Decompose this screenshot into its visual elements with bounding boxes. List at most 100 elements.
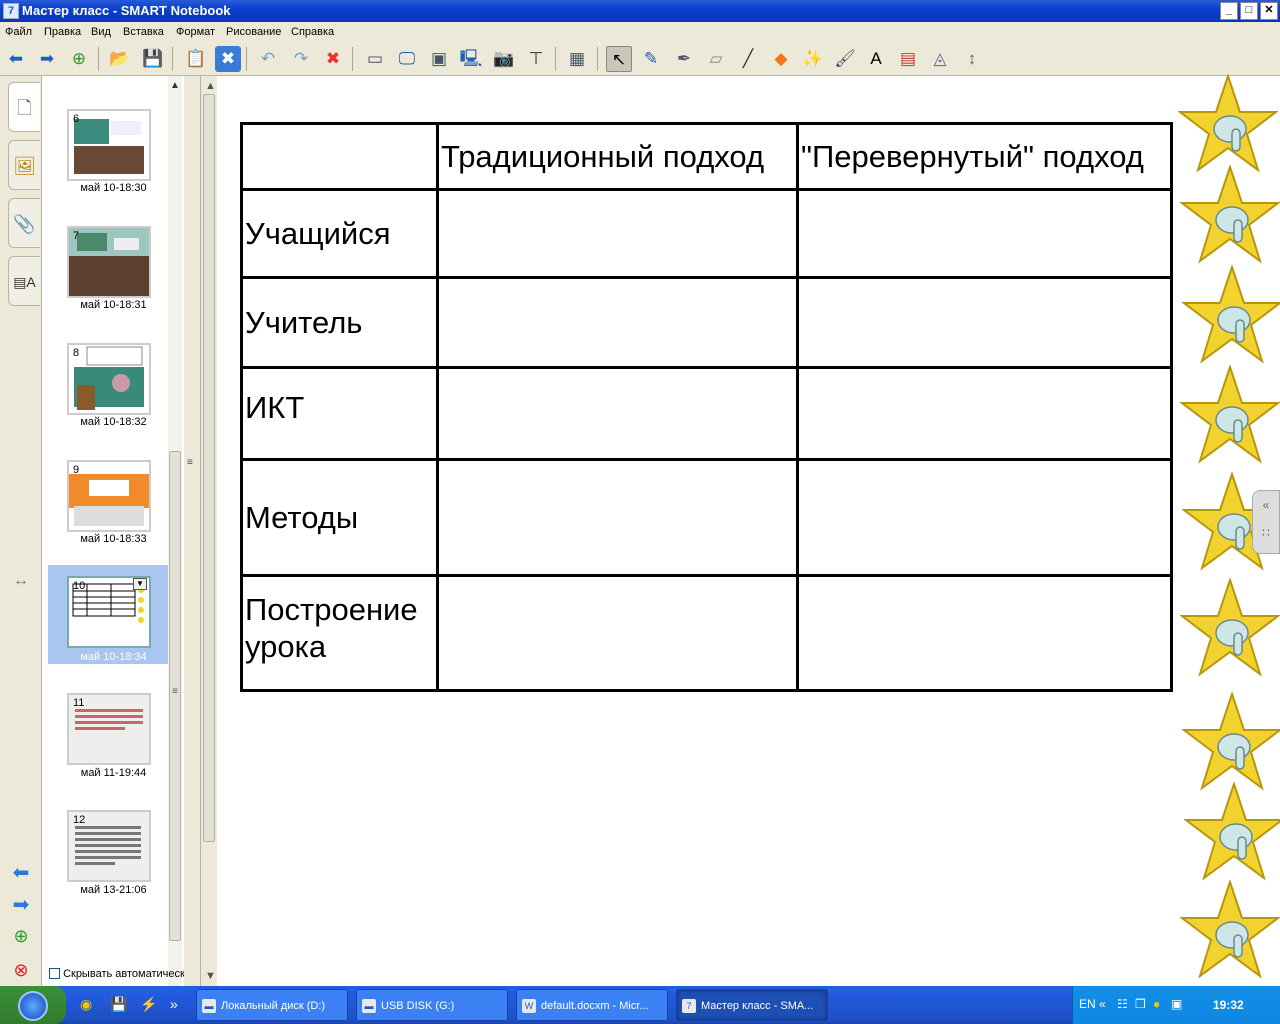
page-thumbnail[interactable]: 7: [67, 226, 151, 298]
task-word-document[interactable]: Wdefault.docxm - Micr...: [516, 989, 668, 1021]
insert-table-icon[interactable]: ⊤: [523, 46, 549, 72]
fill-icon[interactable]: 🖌: [832, 46, 858, 72]
scroll-up-icon[interactable]: ▲: [168, 80, 182, 91]
open-icon[interactable]: 📂: [107, 46, 133, 72]
row-label[interactable]: ИКТ: [240, 366, 439, 461]
menu-insert[interactable]: Вставка: [123, 26, 164, 38]
quicklaunch-more-icon[interactable]: »: [170, 996, 178, 1012]
screen-shade-icon[interactable]: ▭: [362, 46, 388, 72]
start-button[interactable]: [0, 986, 66, 1024]
language-indicator[interactable]: EN: [1079, 997, 1096, 1011]
resize-sidebar-icon[interactable]: ↔: [8, 572, 34, 590]
page-thumbnail-selected[interactable]: 10 ▼: [67, 576, 151, 648]
eraser-icon[interactable]: ▱: [703, 46, 729, 72]
task-usb-disk[interactable]: ▬ USB DISK (G:): [356, 989, 508, 1021]
redo-icon[interactable]: ↷: [288, 46, 314, 72]
star-pointing-hand-icon[interactable]: [1184, 782, 1280, 882]
star-pointing-hand-icon[interactable]: [1182, 265, 1280, 365]
clock[interactable]: 19:32: [1213, 998, 1244, 1012]
floating-tools-handle[interactable]: « ∷: [1252, 490, 1280, 554]
close-button[interactable]: ✕: [1260, 2, 1278, 20]
measurement-icon[interactable]: ◬: [927, 46, 953, 72]
menu-help[interactable]: Справка: [291, 26, 334, 38]
properties-tab-icon[interactable]: ▤A: [8, 256, 40, 306]
page-thumbnail[interactable]: 9: [67, 460, 151, 532]
add-page-icon[interactable]: ⊕: [8, 926, 34, 947]
maximize-button[interactable]: □: [1240, 2, 1258, 20]
star-pointing-hand-icon[interactable]: [1180, 880, 1280, 980]
star-pointing-hand-icon[interactable]: [1180, 578, 1280, 678]
menu-file[interactable]: Файл: [5, 26, 32, 38]
undo-icon[interactable]: ↶: [255, 46, 281, 72]
save-icon[interactable]: 💾: [140, 46, 166, 72]
new-page-icon[interactable]: ⊕: [66, 46, 92, 72]
text-icon[interactable]: A: [863, 46, 889, 72]
table-header-flipped[interactable]: "Перевернутый" подход: [796, 122, 1173, 191]
back-icon[interactable]: ⬅: [3, 46, 29, 72]
table-cell[interactable]: [436, 574, 799, 692]
delete-icon[interactable]: ✖: [320, 46, 346, 72]
table-cell[interactable]: [796, 458, 1173, 577]
scroll-up-icon[interactable]: ▲: [205, 80, 216, 92]
menu-format[interactable]: Формат: [176, 26, 215, 38]
table-cell[interactable]: [436, 188, 799, 279]
network-icon[interactable]: ☷: [1117, 997, 1128, 1011]
table-cell[interactable]: [796, 188, 1173, 279]
task-local-disk[interactable]: ▬ Локальный диск (D:): [196, 989, 348, 1021]
star-pointing-hand-icon[interactable]: [1182, 692, 1280, 792]
full-screen-icon[interactable]: 🖵: [394, 46, 420, 72]
scroll-down-icon[interactable]: ▼: [205, 970, 216, 982]
quicklaunch-save-icon[interactable]: 💾: [110, 996, 127, 1013]
line-icon[interactable]: ╱: [735, 46, 761, 72]
table-cell[interactable]: [436, 458, 799, 577]
antivirus-icon[interactable]: ●: [1153, 997, 1160, 1011]
attachments-icon[interactable]: 📎: [8, 198, 40, 248]
comparison-table[interactable]: Традиционный подход "Перевернутый" подхо…: [240, 122, 1173, 692]
next-page-icon[interactable]: ➡: [8, 892, 34, 917]
menu-view[interactable]: Вид: [91, 26, 111, 38]
autohide-checkbox[interactable]: [49, 968, 60, 979]
gallery-icon[interactable]: 🖼: [8, 140, 40, 190]
properties-icon[interactable]: ▤: [895, 46, 921, 72]
table-icon[interactable]: ▦: [564, 46, 590, 72]
row-label[interactable]: Построение урока: [240, 574, 439, 692]
quicklaunch-app-icon[interactable]: ◉: [80, 996, 92, 1013]
table-cell[interactable]: [796, 366, 1173, 461]
safely-remove-icon[interactable]: ❐: [1135, 997, 1146, 1011]
star-pointing-hand-icon[interactable]: [1180, 365, 1280, 465]
capture-toolbar-icon[interactable]: 🖳: [458, 46, 484, 72]
row-label[interactable]: Учитель: [240, 276, 439, 369]
panel-splitter[interactable]: ≡: [184, 76, 200, 986]
table-header-empty[interactable]: [240, 122, 439, 191]
menu-draw[interactable]: Рисование: [226, 26, 281, 38]
task-smart-notebook[interactable]: 7 Мастер класс - SMA...: [676, 989, 828, 1021]
canvas-scroll-thumb[interactable]: [203, 94, 215, 842]
creative-pen-icon[interactable]: ✒: [671, 46, 697, 72]
table-cell[interactable]: [436, 366, 799, 461]
move-toolbar-icon[interactable]: ↕: [959, 46, 985, 72]
paste-icon[interactable]: 📋: [183, 46, 209, 72]
star-pointing-hand-icon[interactable]: [1180, 165, 1280, 265]
magic-pen-icon[interactable]: ✨: [800, 46, 826, 72]
quicklaunch-tool-icon[interactable]: ⚡: [140, 996, 157, 1013]
table-cell[interactable]: [796, 276, 1173, 369]
table-cell[interactable]: [796, 574, 1173, 692]
select-icon[interactable]: ↖: [606, 46, 632, 72]
row-label[interactable]: Учащийся: [240, 188, 439, 279]
pen-icon[interactable]: ✎: [638, 46, 664, 72]
canvas-scrollbar[interactable]: ▲ ▼: [201, 76, 217, 986]
forward-icon[interactable]: ➡: [34, 46, 60, 72]
delete-page-icon[interactable]: ✖: [215, 46, 241, 72]
star-pointing-hand-icon[interactable]: [1178, 74, 1278, 174]
document-camera-icon[interactable]: 📷: [491, 46, 517, 72]
page-sorter-icon[interactable]: 🗋: [8, 82, 40, 132]
shapes-icon[interactable]: ◆: [768, 46, 794, 72]
minimize-button[interactable]: _: [1220, 2, 1238, 20]
delete-page-sidebar-icon[interactable]: ⊗: [8, 960, 34, 981]
page-menu-arrow-icon[interactable]: ▼: [133, 578, 147, 590]
table-header-traditional[interactable]: Традиционный подход: [436, 122, 799, 191]
menu-edit[interactable]: Правка: [44, 26, 81, 38]
page-thumbnail[interactable]: 8: [67, 343, 151, 415]
sorter-scrollbar[interactable]: ▲ ≡: [168, 76, 182, 986]
smart-board-icon[interactable]: ▣: [1171, 997, 1182, 1011]
